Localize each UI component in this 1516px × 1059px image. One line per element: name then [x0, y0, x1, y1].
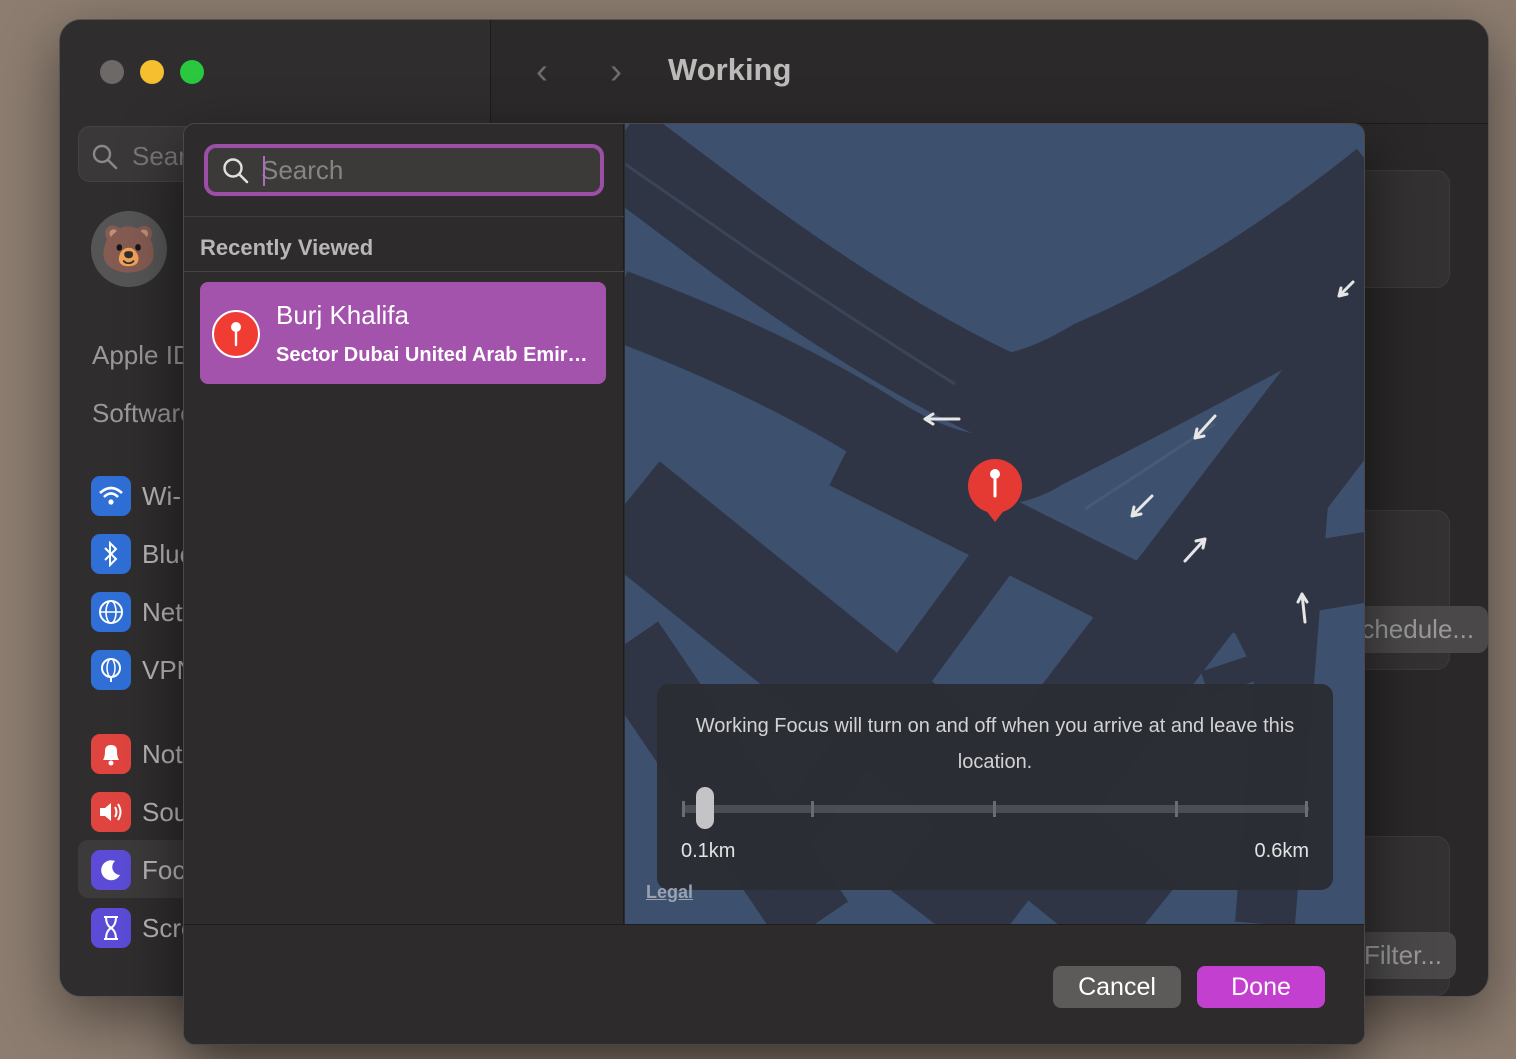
legal-link[interactable]: Legal: [646, 882, 693, 903]
location-name: Burj Khalifa: [276, 300, 409, 330]
location-pin-icon: [212, 310, 260, 358]
zoom-window-button[interactable]: [180, 60, 204, 84]
forward-button[interactable]: ›: [610, 50, 622, 92]
focus-location-info-panel: Working Focus will turn on and off when …: [657, 684, 1333, 890]
map-view[interactable]: Working Focus will turn on and off when …: [625, 124, 1364, 924]
window-title: Working: [668, 52, 792, 87]
minimize-window-button[interactable]: [140, 60, 164, 84]
recently-viewed-header: Recently Viewed: [184, 216, 624, 272]
bell-icon: [91, 734, 131, 774]
slider-tick: [682, 801, 685, 817]
done-button[interactable]: Done: [1197, 966, 1325, 1008]
sheet-footer: Cancel Done: [184, 924, 1364, 1044]
sidebar-item-vpn[interactable]: VPN: [91, 650, 195, 690]
location-picker-sheet: Recently Viewed Burj Khalifa Sector Duba…: [183, 123, 1365, 1045]
speaker-icon: [91, 792, 131, 832]
filter-button[interactable]: Filter...: [1350, 932, 1457, 979]
wifi-icon: [91, 476, 131, 516]
location-search-input[interactable]: [261, 154, 581, 186]
radius-min-label: 0.1km: [681, 840, 736, 862]
window-toolbar: ‹ ›: [492, 20, 1488, 124]
text-caret: [263, 156, 265, 186]
location-address: Sector Dubai United Arab Emirates: [276, 344, 592, 366]
hourglass-icon: [91, 908, 131, 948]
sidebar-item-apple-id[interactable]: Apple ID: [92, 340, 192, 371]
location-search-field[interactable]: [204, 144, 604, 196]
slider-tick: [1175, 801, 1178, 817]
bluetooth-icon: [91, 534, 131, 574]
vpn-globe-icon: [91, 650, 131, 690]
slider-tick: [811, 801, 814, 817]
globe-icon: [91, 592, 131, 632]
location-list-pane: Recently Viewed Burj Khalifa Sector Duba…: [184, 124, 624, 924]
back-button[interactable]: ‹: [536, 50, 548, 92]
avatar[interactable]: 🐻: [91, 211, 167, 287]
radius-slider-knob[interactable]: [696, 787, 714, 829]
cancel-button[interactable]: Cancel: [1053, 966, 1181, 1008]
search-icon: [92, 144, 118, 170]
moon-icon: [91, 850, 131, 890]
radius-slider-track[interactable]: [683, 805, 1309, 813]
slider-tick: [993, 801, 996, 817]
search-icon: [223, 158, 249, 184]
close-window-button[interactable]: [100, 60, 124, 84]
radius-max-label: 0.6km: [1254, 840, 1309, 862]
location-result-item[interactable]: Burj Khalifa Sector Dubai United Arab Em…: [200, 282, 606, 384]
slider-tick: [1305, 801, 1308, 817]
focus-location-message: Working Focus will turn on and off when …: [695, 715, 1295, 773]
